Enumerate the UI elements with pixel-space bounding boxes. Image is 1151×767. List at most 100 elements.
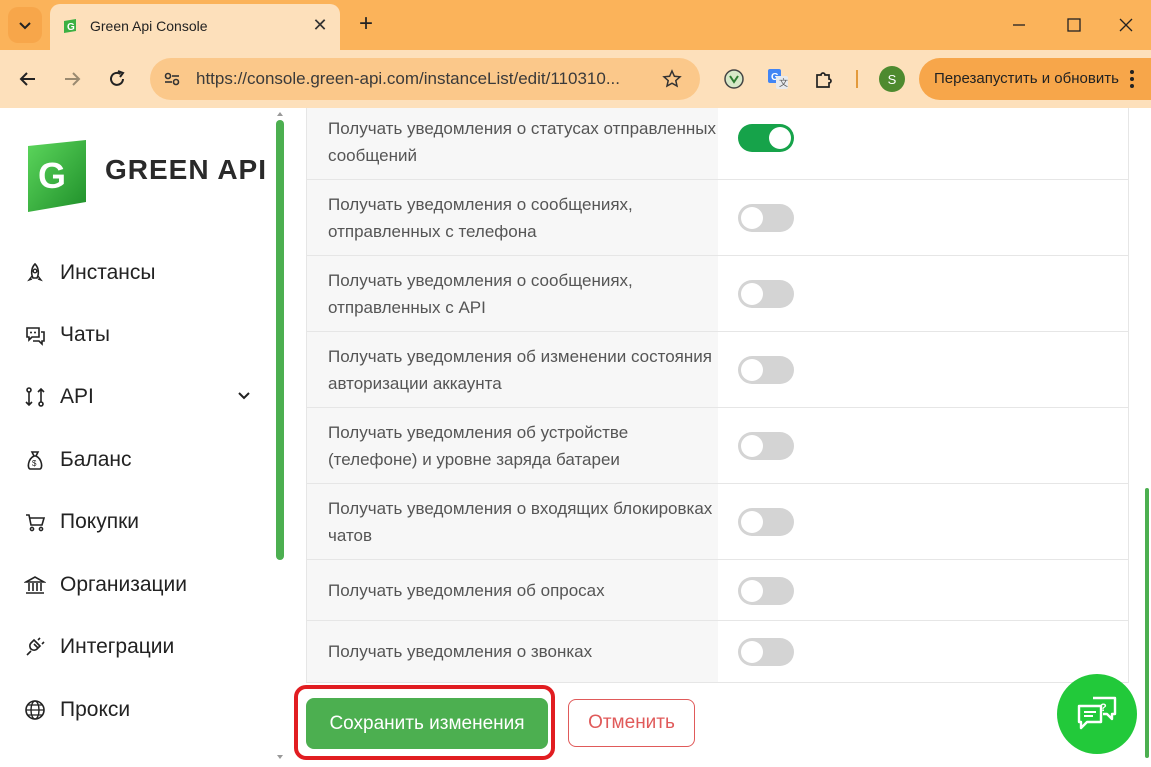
table-row: Получать уведомления об изменении состоя… [307,331,1128,407]
rocket-icon [22,260,48,286]
forward-button[interactable] [57,64,87,94]
close-window-button[interactable] [1100,0,1151,50]
new-tab-button[interactable]: + [352,10,380,38]
extension-shield-icon[interactable] [722,67,746,91]
tab-title: Green Api Console [90,18,208,34]
sidebar-item-label: Организации [60,573,188,596]
google-translate-icon[interactable]: G文 [766,67,790,91]
maximize-icon [1067,18,1081,32]
setting-label: Получать уведомления об устройстве (теле… [307,408,718,483]
api-messages-toggle[interactable] [738,280,794,308]
minimize-button[interactable] [991,0,1047,50]
green-api-favicon-icon: G [64,19,76,33]
sidebar: G GREEN API Инстансы Чаты API $ Баланс П… [0,108,288,767]
maximize-button[interactable] [1046,0,1102,50]
svg-text:G: G [38,155,66,196]
sidebar-item-proxy[interactable]: Прокси [22,690,262,730]
notification-settings-table: Получать уведомления о статусах отправле… [306,108,1129,683]
sidebar-item-label: Прокси [60,698,131,721]
close-icon [1119,18,1132,32]
svg-text:?: ? [1100,702,1107,714]
bank-icon [22,572,48,598]
toolbar-separator [856,70,858,88]
tab-search-button[interactable] [8,7,42,43]
logo-text: GREEN API [105,154,267,185]
sidebar-item-balance[interactable]: $ Баланс [22,440,262,480]
browser-tab[interactable]: G Green Api Console ✕ [50,4,340,50]
table-row: Получать уведомления о входящих блокиров… [307,483,1128,559]
browser-title-bar: G Green Api Console ✕ + [0,0,1151,50]
setting-label: Получать уведомления о сообщениях, отпра… [307,256,718,331]
sidebar-scrollbar-thumb[interactable] [276,120,284,560]
minimize-icon [1013,24,1025,26]
money-bag-icon: $ [22,447,48,473]
sidebar-item-instances[interactable]: Инстансы [22,253,262,293]
plug-icon [22,634,48,660]
device-battery-toggle[interactable] [738,432,794,460]
site-settings-icon[interactable] [160,67,184,91]
table-row: Получать уведомления о статусах отправле… [307,108,1128,179]
profile-avatar[interactable]: S [879,66,905,92]
sidebar-item-label: Инстансы [60,261,156,284]
support-chat-button[interactable]: ? [1057,674,1137,754]
table-row: Получать уведомления об устройстве (теле… [307,407,1128,483]
cancel-button[interactable]: Отменить [568,699,695,747]
table-row: Получать уведомления о сообщениях, отпра… [307,179,1128,255]
svg-text:G: G [67,22,75,33]
status-notifications-toggle[interactable] [738,124,794,152]
more-vertical-icon[interactable] [1125,67,1139,91]
forward-arrow-icon [65,72,81,86]
back-arrow-icon [19,72,35,86]
sidebar-item-label: Покупки [60,510,139,533]
help-chat-icon: ? [1077,696,1117,730]
restart-update-button[interactable]: Перезапустить и обновить [919,58,1151,100]
url-text: https://console.green-api.com/instanceLi… [196,69,620,88]
sidebar-item-chats[interactable]: Чаты [22,315,262,355]
calls-toggle[interactable] [738,638,794,666]
chat-blocks-toggle[interactable] [738,508,794,536]
reload-icon [110,70,125,86]
sidebar-item-label: API [60,385,94,408]
chevron-down-icon[interactable] [236,387,252,403]
green-api-logo-icon: G [28,140,86,212]
address-bar[interactable]: https://console.green-api.com/instanceLi… [150,58,700,100]
setting-label: Получать уведомления о статусах отправле… [307,108,718,179]
scroll-down-arrow-icon[interactable] [276,753,284,761]
api-icon [22,384,48,410]
close-tab-icon[interactable]: ✕ [310,15,330,35]
setting-label: Получать уведомления об опросах [307,560,718,620]
bookmark-star-icon[interactable] [660,67,684,91]
sidebar-item-integrations[interactable]: Интеграции [22,627,262,667]
auth-state-toggle[interactable] [738,356,794,384]
chat-bubbles-icon [22,322,48,348]
sidebar-item-api[interactable]: API [22,377,262,417]
sidebar-item-label: Интеграции [60,635,175,658]
globe-icon [22,697,48,723]
sidebar-item-organizations[interactable]: Организации [22,565,262,605]
back-button[interactable] [13,64,43,94]
reload-button[interactable] [102,64,132,94]
phone-messages-toggle[interactable] [738,204,794,232]
main-scrollbar-thumb[interactable] [1145,488,1149,758]
table-row: Получать уведомления о звонках [307,620,1128,682]
svg-text:$: $ [32,459,37,468]
restart-update-label: Перезапустить и обновить [934,70,1119,87]
sidebar-item-label: Чаты [60,323,110,346]
setting-label: Получать уведомления о звонках [307,621,718,682]
save-changes-button[interactable]: Сохранить изменения [306,698,548,749]
table-row: Получать уведомления об опросах [307,559,1128,620]
scroll-up-arrow-icon[interactable] [276,110,284,118]
main-content: Получать уведомления о статусах отправле… [288,108,1151,767]
extensions-puzzle-icon[interactable] [812,67,836,91]
table-row: Получать уведомления о сообщениях, отпра… [307,255,1128,331]
svg-text:文: 文 [779,77,788,88]
setting-label: Получать уведомления об изменении состоя… [307,332,718,407]
polls-toggle[interactable] [738,577,794,605]
browser-toolbar: https://console.green-api.com/instanceLi… [0,50,1151,109]
setting-label: Получать уведомления о входящих блокиров… [307,484,718,559]
sidebar-item-label: Баланс [60,448,132,471]
sidebar-item-purchases[interactable]: Покупки [22,502,262,542]
chevron-down-icon [19,22,31,30]
setting-label: Получать уведомления о сообщениях, отпра… [307,180,718,255]
cart-icon [22,509,48,535]
